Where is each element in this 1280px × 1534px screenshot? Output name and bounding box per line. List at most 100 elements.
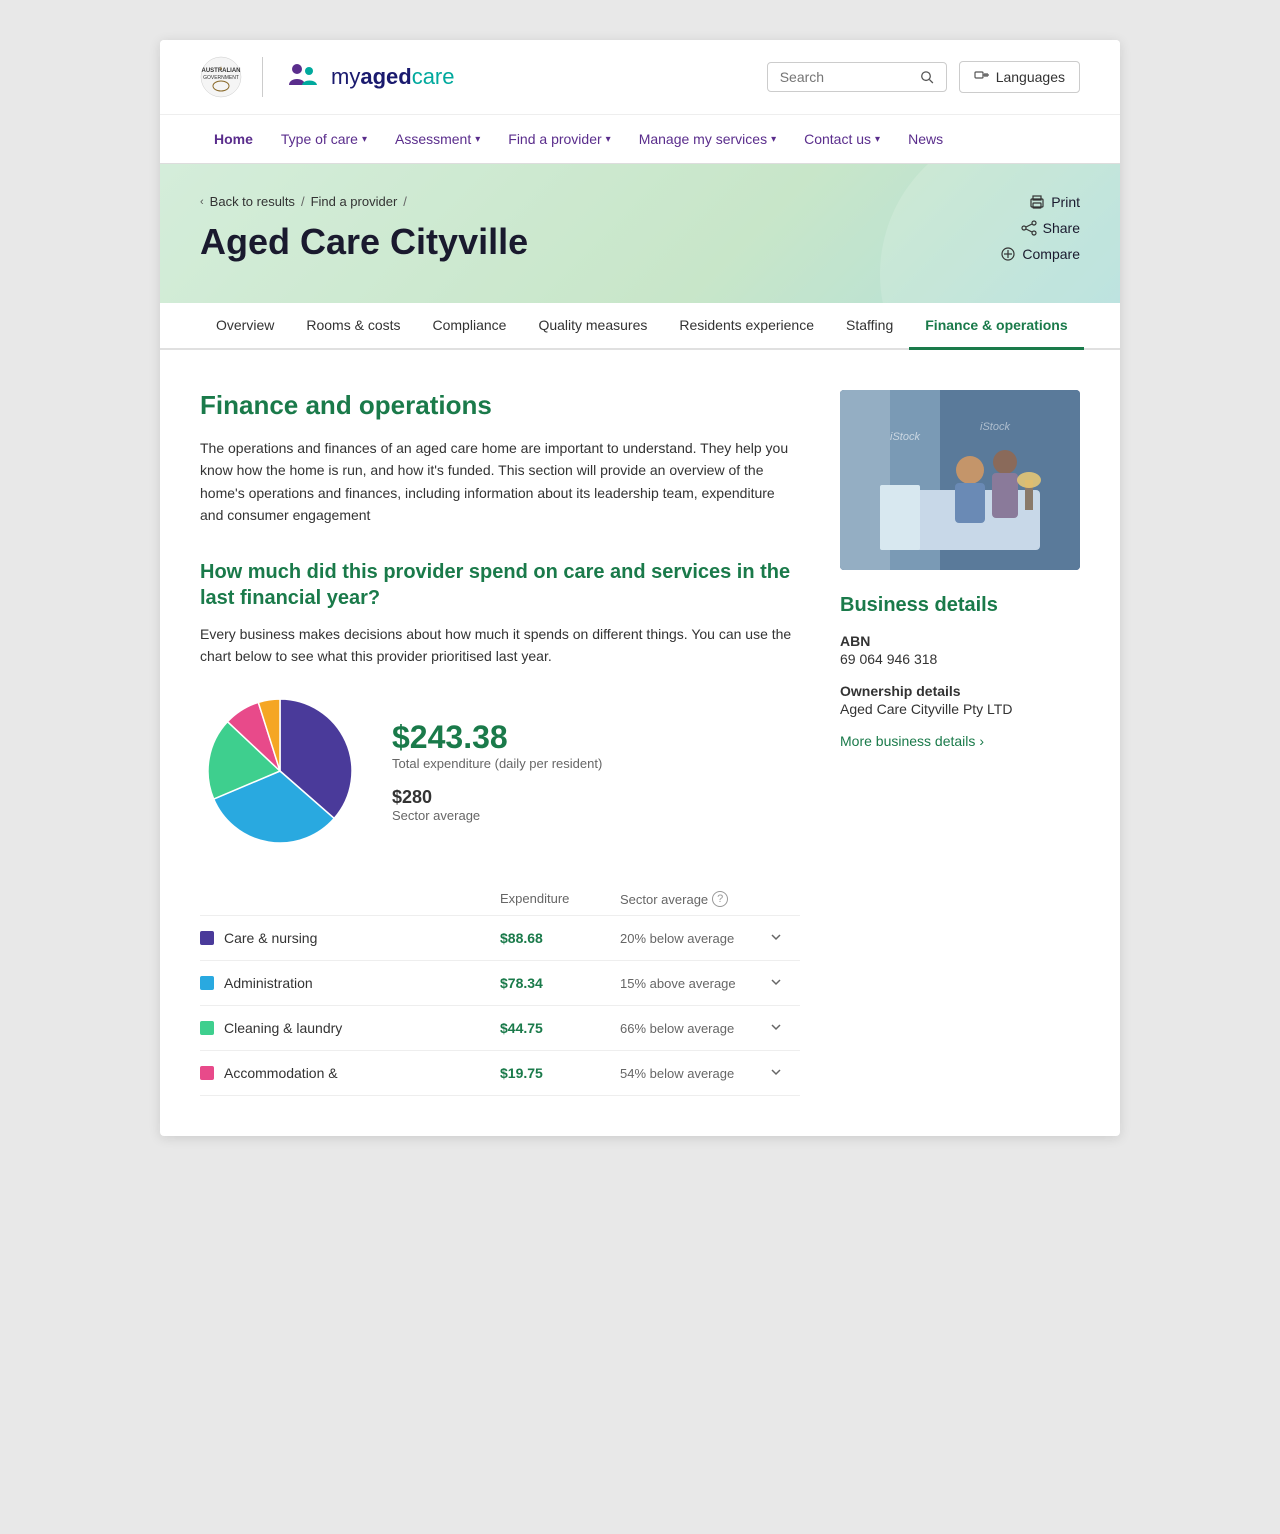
compare-icon	[1000, 246, 1016, 262]
chevron-left-icon: ‹	[200, 196, 204, 208]
svg-text:iStock: iStock	[890, 431, 920, 443]
exp-row-toggle-administration[interactable]	[770, 976, 800, 991]
exp-col-expenditure-header: Expenditure	[500, 891, 620, 907]
chevron-down-icon	[770, 931, 782, 943]
exp-row-administration: Administration $78.34 15% above average	[200, 961, 800, 1006]
chart-section-title: How much did this provider spend on care…	[200, 559, 800, 611]
exp-row-val-accommodation: $19.75	[500, 1065, 620, 1081]
logo-divider	[262, 57, 263, 97]
expenditure-rows-container: Care & nursing $88.68 20% below average …	[200, 916, 800, 1096]
exp-row-name-cleaning-laundry: Cleaning & laundry	[200, 1020, 500, 1036]
logo-area: AUSTRALIAN GOVERNMENT myagedcare	[200, 56, 454, 98]
chevron-down-icon	[770, 1021, 782, 1033]
tab-overview[interactable]: Overview	[200, 303, 290, 350]
exp-row-name-accommodation: Accommodation &	[200, 1065, 500, 1081]
compare-button[interactable]: Compare	[1000, 246, 1080, 262]
chevron-down-icon: ▾	[362, 134, 367, 145]
chart-area: $243.38 Total expenditure (daily per res…	[200, 691, 800, 851]
tab-residents-experience[interactable]: Residents experience	[663, 303, 830, 350]
nav-item-contact-us[interactable]: Contact us ▾	[790, 115, 894, 163]
facility-image: iStock iStock	[840, 390, 1080, 570]
nav-item-news[interactable]: News	[894, 115, 957, 163]
color-dot-cleaning-laundry	[200, 1021, 214, 1035]
chevron-down-icon: ▾	[606, 134, 611, 145]
exp-row-name-administration: Administration	[200, 975, 500, 991]
chevron-down-icon	[770, 1066, 782, 1078]
exp-row-care-nursing: Care & nursing $88.68 20% below average	[200, 916, 800, 961]
svg-text:GOVERNMENT: GOVERNMENT	[203, 75, 239, 81]
search-icon[interactable]	[920, 69, 934, 85]
print-button[interactable]: Print	[1029, 194, 1080, 210]
sector-avg-help-icon[interactable]: ?	[712, 891, 728, 907]
breadcrumb-find-a-provider[interactable]: Find a provider	[311, 194, 398, 209]
nav-item-manage-my-services[interactable]: Manage my services ▾	[625, 115, 790, 163]
expenditure-header: Expenditure Sector average ?	[200, 883, 800, 916]
exp-row-toggle-care-nursing[interactable]	[770, 931, 800, 946]
nav-item-assessment[interactable]: Assessment ▾	[381, 115, 494, 163]
chevron-right-icon: ›	[979, 733, 984, 749]
pie-chart	[200, 691, 360, 851]
abn-label: ABN	[840, 633, 1080, 649]
nav-item-home[interactable]: Home	[200, 115, 267, 163]
search-box[interactable]	[767, 62, 947, 92]
exp-row-val-care-nursing: $88.68	[500, 930, 620, 946]
nav-item-type-of-care[interactable]: Type of care ▾	[267, 115, 381, 163]
tab-compliance[interactable]: Compliance	[417, 303, 523, 350]
search-input[interactable]	[780, 69, 912, 85]
exp-row-name-care-nursing: Care & nursing	[200, 930, 500, 946]
site-header: AUSTRALIAN GOVERNMENT myagedcare	[160, 40, 1120, 115]
hero-section: ‹ Back to results / Find a provider / Ag…	[160, 164, 1120, 303]
exp-row-val-administration: $78.34	[500, 975, 620, 991]
abn-group: ABN 69 064 946 318	[840, 633, 1080, 667]
color-dot-administration	[200, 976, 214, 990]
more-business-details-link[interactable]: More business details ›	[840, 733, 1080, 749]
exp-row-avg-care-nursing: 20% below average	[620, 931, 770, 946]
facility-image-svg: iStock iStock	[840, 390, 1080, 570]
color-dot-care-nursing	[200, 931, 214, 945]
exp-row-toggle-accommodation[interactable]	[770, 1066, 800, 1081]
exp-row-accommodation: Accommodation & $19.75 54% below average	[200, 1051, 800, 1096]
gov-logo: AUSTRALIAN GOVERNMENT	[200, 56, 242, 98]
chevron-down-icon: ▾	[475, 134, 480, 145]
content-left: Finance and operations The operations an…	[200, 390, 800, 1096]
exp-row-toggle-cleaning-laundry[interactable]	[770, 1021, 800, 1036]
languages-button[interactable]: Languages	[959, 61, 1080, 93]
sector-avg-amount: $280	[392, 787, 800, 808]
expenditure-table: Expenditure Sector average ? Care & nurs…	[200, 883, 800, 1096]
exp-col-name-header	[200, 891, 500, 907]
abn-value: 69 064 946 318	[840, 651, 1080, 667]
languages-label: Languages	[996, 69, 1065, 85]
chevron-down-icon: ▾	[771, 134, 776, 145]
exp-row-val-cleaning-laundry: $44.75	[500, 1020, 620, 1036]
mac-people-icon	[283, 57, 323, 97]
chart-stats: $243.38 Total expenditure (daily per res…	[392, 719, 800, 823]
chevron-down-icon	[770, 976, 782, 988]
exp-row-avg-cleaning-laundry: 66% below average	[620, 1021, 770, 1036]
globe-icon	[974, 69, 990, 85]
share-button[interactable]: Share	[1021, 220, 1080, 236]
header-right: Languages	[767, 61, 1080, 93]
tab-staffing[interactable]: Staffing	[830, 303, 909, 350]
color-dot-accommodation	[200, 1066, 214, 1080]
exp-col-sector-avg-header: Sector average ?	[620, 891, 770, 907]
nav-item-find-a-provider[interactable]: Find a provider ▾	[494, 115, 624, 163]
content-right: iStock iStock Business details ABN 69 06…	[840, 390, 1080, 1096]
tab-quality-measures[interactable]: Quality measures	[522, 303, 663, 350]
tab-finance-operations[interactable]: Finance & operations	[909, 303, 1083, 350]
breadcrumb-back-to-results[interactable]: Back to results	[210, 194, 295, 209]
svg-text:iStock: iStock	[980, 421, 1010, 433]
exp-col-toggle-header	[770, 891, 800, 907]
business-details-title: Business details	[840, 594, 1080, 617]
chart-section-desc: Every business makes decisions about how…	[200, 623, 800, 668]
share-icon	[1021, 220, 1037, 236]
brand-name: myagedcare	[331, 64, 454, 90]
gov-crest-icon: AUSTRALIAN GOVERNMENT	[200, 56, 242, 98]
ownership-group: Ownership details Aged Care Cityville Pt…	[840, 683, 1080, 717]
ownership-label: Ownership details	[840, 683, 1080, 699]
tab-rooms-costs[interactable]: Rooms & costs	[290, 303, 416, 350]
exp-row-cleaning-laundry: Cleaning & laundry $44.75 66% below aver…	[200, 1006, 800, 1051]
tabs-bar: Overview Rooms & costs Compliance Qualit…	[160, 303, 1120, 350]
facility-image-placeholder: iStock iStock	[840, 390, 1080, 570]
main-content: Finance and operations The operations an…	[160, 350, 1120, 1136]
sector-avg-label: Sector average	[392, 808, 800, 823]
